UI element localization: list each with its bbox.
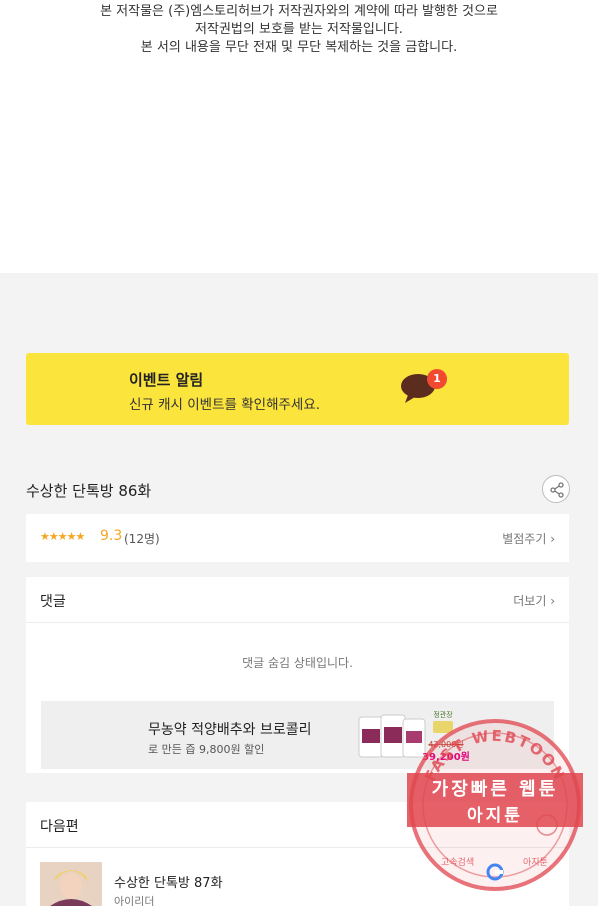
stamp-bottom-right: 아지툰 <box>523 857 548 868</box>
rating-stars: ★★★★★ <box>40 530 85 543</box>
episode-title: 수상한 단톡방 86화 <box>26 482 152 500</box>
event-title: 이벤트 알림 <box>129 371 204 389</box>
copyright-line-1: 본 저작물은 (주)엠스토리허브가 저작권자와의 계약에 따라 발행한 것으로 <box>100 4 498 19</box>
next-episode-author: 아이리더 <box>114 895 155 906</box>
event-badge: 1 <box>427 369 447 389</box>
event-banner[interactable]: 이벤트 알림 신규 캐시 이벤트를 확인해주세요. 1 <box>26 353 569 425</box>
copyright-notice: 본 저작물은 (주)엠스토리허브가 저작권자와의 계약에 따라 발행한 것으로 … <box>0 0 598 273</box>
next-episode-title[interactable]: 수상한 단톡방 87화 <box>114 872 223 891</box>
ad-subtitle: 로 만든 즙 9,800원 할인 <box>148 743 265 756</box>
stamp-bottom-left: 고속검색 <box>441 856 474 868</box>
event-subtitle: 신규 캐시 이벤트를 확인해주세요. <box>129 397 321 413</box>
rate-button[interactable]: 별점주기 › <box>502 530 555 547</box>
comments-label: 댓글 <box>40 594 66 610</box>
comments-hidden-message: 댓글 숨김 상태입니다. <box>242 656 353 670</box>
rating-count: (12명) <box>124 532 160 546</box>
share-button[interactable] <box>542 475 570 503</box>
rating-score: 9.3 <box>100 528 123 544</box>
comments-header: 댓글 더보기 › <box>26 577 569 623</box>
next-episode-thumbnail[interactable] <box>40 862 102 906</box>
share-icon <box>550 482 564 498</box>
next-label: 다음편 <box>40 819 79 835</box>
stamp-main-line-2: 아지툰 <box>467 806 523 826</box>
character-illustration <box>40 862 102 906</box>
stamp-main-line-1: 가장빠른 웹툰 <box>431 779 559 800</box>
watermark-stamp: FAST WEBTOON 고속검색 아지툰 가장빠른 웹툰 아지툰 <box>405 715 585 895</box>
rating-bar: ★★★★★ 9.3 (12명) 별점주기 › <box>26 514 569 562</box>
copyright-line-2: 저작권법의 보호를 받는 저작물입니다. <box>195 22 403 37</box>
ad-title: 무농약 적양배추와 브로콜리 <box>148 722 312 738</box>
copyright-line-3: 본 서의 내용을 무단 전재 및 무단 복제하는 것을 금합니다. <box>140 40 458 55</box>
comments-more-link[interactable]: 더보기 › <box>513 592 555 609</box>
